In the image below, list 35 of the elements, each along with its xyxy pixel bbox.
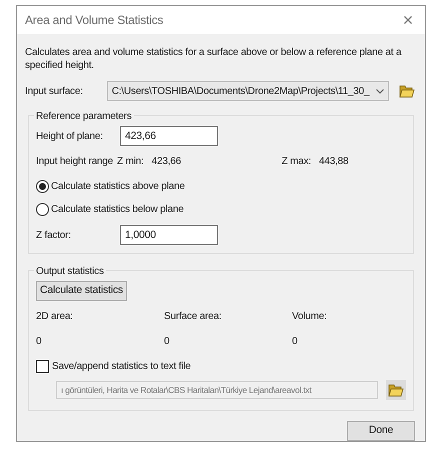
z-factor-input[interactable]: 1,0000 bbox=[120, 225, 218, 245]
close-button[interactable]: × bbox=[398, 11, 417, 29]
checkbox[interactable] bbox=[36, 360, 49, 373]
folder-button[interactable] bbox=[386, 380, 406, 400]
combo-value: C:\Users\TOSHIBA\Documents\Drone2Map\Projects\11_30_ bbox=[112, 84, 370, 98]
radio-option[interactable]: Calculate statistics below plane bbox=[36, 202, 406, 217]
radio-option[interactable]: Calculate statistics above plane bbox=[36, 179, 406, 194]
stat-value: 0 bbox=[36, 335, 42, 349]
stat-label: Surface area: bbox=[164, 310, 222, 324]
stat-value: 0 bbox=[164, 335, 170, 349]
field-label: Input surface: bbox=[25, 84, 84, 98]
zmax-label: Z max: bbox=[282, 155, 311, 169]
save-checkbox-option[interactable]: Save/append statistics to text file bbox=[36, 359, 406, 374]
done-button[interactable]: Done bbox=[347, 421, 415, 441]
stat-label: Volume: bbox=[292, 310, 328, 324]
window-title: Area and Volume Statistics bbox=[25, 12, 164, 29]
description-text: Calculates area and volume statistics for a surface above or below a reference plane at a specified height. bbox=[25, 46, 402, 72]
field-label: Z factor: bbox=[36, 228, 72, 242]
height-input[interactable]: 423,66 bbox=[120, 126, 218, 146]
range-label: Input height range bbox=[36, 155, 114, 169]
input-surface-combo[interactable]: C:\Users\TOSHIBA\Documents\Drone2Map\Projects\11_30_ bbox=[106, 81, 389, 101]
stat-value: 0 bbox=[292, 335, 298, 349]
group-title: Output statistics bbox=[34, 264, 106, 279]
folder-icon bbox=[388, 383, 404, 397]
radio-button[interactable] bbox=[36, 180, 49, 193]
chevron-down-icon bbox=[376, 88, 384, 94]
zmin-value: 423,66 bbox=[152, 155, 182, 169]
calculate-button[interactable]: Calculate statistics bbox=[36, 281, 127, 301]
zmax-value: 443,88 bbox=[318, 155, 348, 169]
stat-label: 2D area: bbox=[36, 310, 74, 324]
field-label: Height of plane: bbox=[36, 130, 104, 144]
folder-icon bbox=[399, 84, 415, 98]
zmin-label: Z min: bbox=[117, 155, 144, 169]
radio-button[interactable] bbox=[36, 203, 49, 216]
group-title: Reference parameters bbox=[34, 109, 134, 124]
